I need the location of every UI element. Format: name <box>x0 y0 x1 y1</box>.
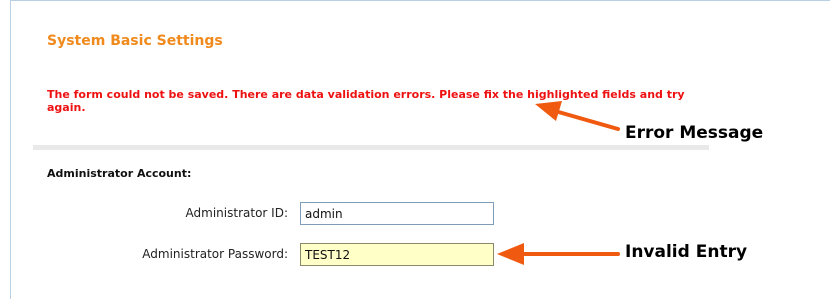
form-error-message: The form could not be saved. There are d… <box>47 88 685 114</box>
administrator-id-label: Administrator ID: <box>185 206 288 220</box>
screenshot-stage: System Basic Settings The form could not… <box>0 0 832 299</box>
administrator-password-label: Administrator Password: <box>142 247 288 261</box>
administrator-password-input[interactable] <box>300 243 494 266</box>
section-divider <box>33 145 709 150</box>
administrator-id-input[interactable] <box>300 202 494 225</box>
section-heading-administrator-account: Administrator Account: <box>47 167 192 180</box>
invalid-entry-callout-label: Invalid Entry <box>625 242 748 262</box>
error-message-callout-label: Error Message <box>625 123 764 143</box>
page-title: System Basic Settings <box>47 33 223 49</box>
